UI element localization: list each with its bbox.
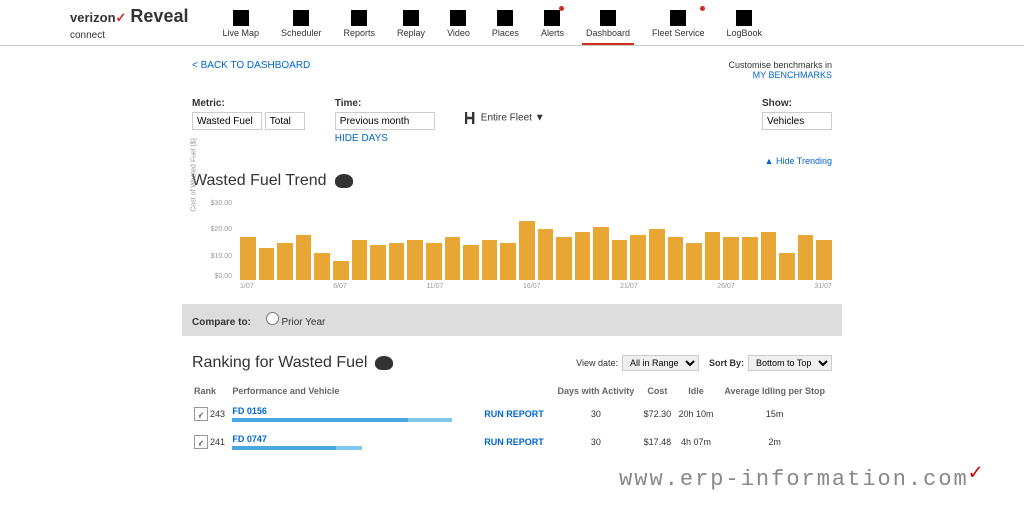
bar — [500, 243, 516, 280]
bar — [277, 243, 293, 280]
nav-scheduler[interactable]: Scheduler — [277, 8, 326, 40]
video-icon — [450, 10, 466, 26]
bar — [333, 261, 349, 280]
show-select[interactable] — [762, 112, 832, 130]
hide-trending-link[interactable]: ▲ Hide Trending — [192, 156, 832, 166]
chart-x-axis: 1/076/07 11/0716/07 21/0726/07 31/07 — [240, 283, 832, 290]
bar — [649, 229, 665, 280]
hide-days-link[interactable]: HIDE DAYS — [335, 133, 435, 144]
document-icon — [351, 10, 367, 26]
time-select[interactable] — [335, 112, 435, 130]
bar — [296, 235, 312, 280]
filter-bar: Metric: Time: HIDE DAYS Entire Fleet ▼ S… — [192, 98, 832, 144]
bar — [259, 248, 275, 280]
trend-title: Wasted Fuel Trend — [192, 172, 832, 190]
bar — [389, 243, 405, 280]
bar — [630, 235, 646, 280]
nav-fleet-service[interactable]: Fleet Service — [648, 8, 709, 40]
bar — [686, 243, 702, 280]
benchmarks-link[interactable]: Customise benchmarks inMY BENCHMARKS — [728, 60, 832, 80]
filter-metric: Metric: — [192, 98, 305, 144]
bar — [538, 229, 554, 280]
nav-alerts[interactable]: Alerts — [537, 8, 568, 40]
bar — [705, 232, 721, 280]
nav-places[interactable]: Places — [488, 8, 523, 40]
bar — [723, 237, 739, 280]
tree-icon — [465, 112, 477, 124]
bar — [742, 237, 758, 280]
filter-time: Time: HIDE DAYS — [335, 98, 435, 144]
bar — [612, 240, 628, 280]
bar — [482, 240, 498, 280]
bar — [352, 240, 368, 280]
wasted-fuel-chart: Cost of Wasted Fuel ($) $30.00 $20.00 $1… — [214, 200, 832, 290]
filter-scope[interactable]: Entire Fleet ▼ — [465, 98, 545, 144]
bar — [240, 237, 256, 280]
ranking-title: Ranking for Wasted Fuel — [192, 354, 566, 372]
compare-bar: Compare to: Prior Year — [182, 304, 842, 336]
vehicle-link[interactable]: FD 0156 — [232, 406, 267, 416]
back-link[interactable]: < BACK TO DASHBOARD — [192, 60, 310, 80]
bar — [370, 245, 386, 280]
bar — [519, 221, 535, 280]
bar — [779, 253, 795, 280]
compare-prior-year[interactable]: Prior Year — [266, 317, 326, 328]
wrench-icon — [670, 10, 686, 26]
pin-icon — [497, 10, 513, 26]
bar — [668, 237, 684, 280]
filter-show: Show: — [762, 98, 832, 144]
nav-reports[interactable]: Reports — [340, 8, 380, 40]
table-header-row: Rank Performance and Vehicle Days with A… — [192, 382, 832, 400]
table-row: ⭹241 FD 0747 RUN REPORT 30 $17.48 4h 07m… — [192, 428, 832, 456]
bar — [816, 240, 832, 280]
nav-dashboard[interactable]: Dashboard — [582, 8, 634, 40]
brand-reveal: Reveal — [130, 6, 188, 27]
chart-bars — [240, 200, 832, 280]
map-icon — [233, 10, 249, 26]
nav-live-map[interactable]: Live Map — [218, 8, 263, 40]
performance-bar — [232, 446, 362, 450]
metric-agg-select[interactable] — [265, 112, 305, 130]
brand-verizon: verizon✓connect — [70, 10, 126, 41]
main-nav: Live Map Scheduler Reports Replay Video … — [218, 8, 766, 40]
performance-bar — [232, 418, 452, 422]
dashboard-icon — [600, 10, 616, 26]
bar — [556, 237, 572, 280]
sort-select[interactable]: Bottom to Top — [748, 355, 832, 371]
table-row: ⭹243 FD 0156 RUN REPORT 30 $72.30 20h 10… — [192, 400, 832, 428]
metric-select[interactable] — [192, 112, 262, 130]
nav-video[interactable]: Video — [443, 8, 474, 40]
calendar-icon — [293, 10, 309, 26]
dashboard-content: < BACK TO DASHBOARD Customise benchmarks… — [192, 46, 832, 470]
bar — [445, 237, 461, 280]
bar — [426, 243, 442, 280]
bar — [407, 240, 423, 280]
download-icon[interactable] — [375, 356, 393, 370]
view-date-select[interactable]: All in Range — [622, 355, 699, 371]
chart-icon[interactable]: ⭹ — [194, 435, 208, 449]
vehicle-link[interactable]: FD 0747 — [232, 434, 267, 444]
chart-icon[interactable]: ⭹ — [194, 407, 208, 421]
sort-control: Sort By:Bottom to Top — [709, 355, 832, 371]
nav-logbook[interactable]: LogBook — [723, 8, 767, 40]
bar — [463, 245, 479, 280]
alert-icon — [544, 10, 560, 26]
run-report-link[interactable]: RUN REPORT — [476, 428, 552, 456]
watermark: www.erp-information.com✓ — [619, 466, 984, 492]
ranking-table: Rank Performance and Vehicle Days with A… — [192, 382, 832, 456]
bar — [575, 232, 591, 280]
download-icon[interactable] — [335, 174, 353, 188]
run-report-link[interactable]: RUN REPORT — [476, 400, 552, 428]
brand-logo: verizon✓connect Reveal — [70, 6, 188, 41]
book-icon — [736, 10, 752, 26]
top-nav-bar: verizon✓connect Reveal Live Map Schedule… — [0, 0, 1024, 46]
history-icon — [403, 10, 419, 26]
bar — [761, 232, 777, 280]
chart-y-axis: $30.00 $20.00 $10.00 $0.00 — [214, 200, 236, 280]
nav-replay[interactable]: Replay — [393, 8, 429, 40]
view-date-control: View date:All in Range — [576, 355, 699, 371]
bar — [593, 227, 609, 280]
bar — [798, 235, 814, 280]
bar — [314, 253, 330, 280]
